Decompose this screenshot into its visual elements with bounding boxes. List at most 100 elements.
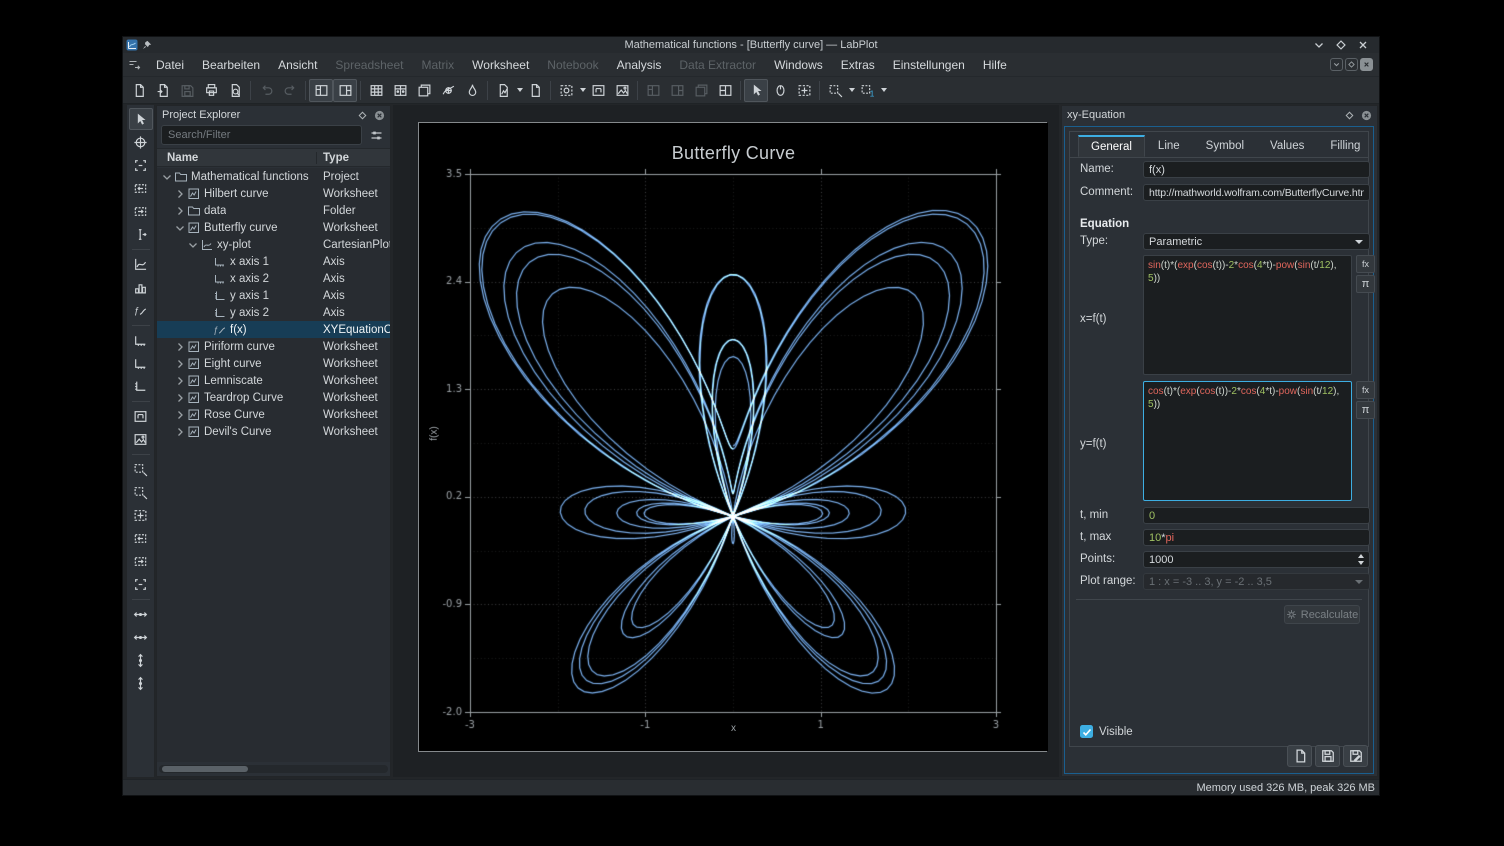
shift-up-y-button[interactable] [129,649,153,671]
spin-up-icon[interactable] [1358,554,1364,558]
new-worksheet-button[interactable] [491,79,515,102]
tree-row-x-axis-1[interactable]: x axis 1Axis [157,253,390,270]
zoom-mode-button[interactable] [554,79,578,102]
menu-einstellungen[interactable]: Einstellungen [884,55,974,75]
shift-right-x-button[interactable] [129,626,153,648]
tree-row-lemniscate[interactable]: LemniscateWorksheet [157,372,390,389]
toggle-project-explorer-button[interactable] [309,79,333,102]
add-image-button[interactable] [129,428,153,450]
load-template-button[interactable] [1287,745,1312,767]
add-horizontal-axis-button[interactable] [129,329,153,351]
magnification-button[interactable] [823,79,847,102]
save-template-as-button[interactable] [1343,745,1368,767]
chevron-right-icon[interactable] [174,409,186,421]
zoom-select-tool-button[interactable] [129,154,153,176]
chevron-down-icon[interactable] [161,171,173,183]
float-dock-icon[interactable] [357,110,368,121]
insert-constant-button[interactable]: π [1356,275,1375,293]
type-combobox[interactable]: Parametric [1143,233,1370,250]
new-live-source-button[interactable] [460,79,484,102]
x-equation-input[interactable]: sin(t)*(exp(cos(t))-2*cos(4*t)-pow(sin(t… [1143,255,1352,375]
close-button[interactable] [1357,39,1369,51]
menu-analysis[interactable]: Analysis [608,55,671,75]
chevron-right-icon[interactable] [174,375,186,387]
chevron-right-icon[interactable] [174,341,186,353]
export-worksheet-button[interactable] [610,79,634,102]
tmin-input[interactable]: 0 [1143,507,1370,524]
tree-row-piriform-curve[interactable]: Piriform curveWorksheet [157,338,390,355]
zoom-y-select-tool-button[interactable] [129,200,153,222]
tree-row-teardrop-curve[interactable]: Teardrop CurveWorksheet [157,389,390,406]
pin-icon[interactable] [142,40,152,50]
chevron-down-icon[interactable] [174,222,186,234]
zoom-x-select-tool-button[interactable] [129,177,153,199]
add-vertical-axis-button[interactable] [129,375,153,397]
menu-ansicht[interactable]: Ansicht [269,55,326,75]
tree-row-x-axis-2[interactable]: x axis 2Axis [157,270,390,287]
add-histogram-button[interactable] [129,276,153,298]
points-spinbox[interactable]: 1000 [1143,551,1370,568]
chevron-right-icon[interactable] [174,392,186,404]
name-input[interactable] [1143,161,1370,178]
print-preview-button[interactable] [223,79,247,102]
navigate-tool-button[interactable] [768,79,792,102]
new-project-button[interactable] [127,79,151,102]
tree-row-y-axis-1[interactable]: y axis 1Axis [157,287,390,304]
tree-row-xy-plot[interactable]: xy-plotCartesianPlot [157,236,390,253]
chevron-right-icon[interactable] [174,426,186,438]
save-template-button[interactable] [1315,745,1340,767]
float-dock-icon[interactable] [1344,110,1355,121]
tab-general[interactable]: General [1078,135,1145,157]
add-text-label-button[interactable] [129,405,153,427]
add-axis-ticks-button[interactable] [129,352,153,374]
zoom-select-tool-button[interactable] [792,79,816,102]
menu-datei[interactable]: Datei [147,55,193,75]
chevron-right-icon[interactable] [174,205,186,217]
shift-left-x-button[interactable] [129,603,153,625]
tree-row-hilbert-curve[interactable]: Hilbert curveWorksheet [157,185,390,202]
cursor-tool-button[interactable] [129,223,153,245]
auto-scale-x-button[interactable] [129,527,153,549]
tree-row-f-x-[interactable]: ƒf(x)XYEquationCurve [157,321,390,338]
close-dock-icon[interactable] [1361,110,1372,121]
new-spreadsheet-button[interactable] [364,79,388,102]
new-matrix-button[interactable] [388,79,412,102]
tree-row-butterfly-curve[interactable]: Butterfly curveWorksheet [157,219,390,236]
tree-row-devil-s-curve[interactable]: Devil's CurveWorksheet [157,423,390,440]
new-folder-button[interactable] [523,79,547,102]
toolbar-overflow-icon[interactable] [128,58,141,71]
zoom-fit-button[interactable] [129,504,153,526]
maximize-button[interactable] [1335,39,1347,51]
print-button[interactable] [199,79,223,102]
mdi-minimize-button[interactable] [1330,58,1343,71]
open-project-button[interactable] [151,79,175,102]
tree-column-headers[interactable]: Name Type [157,148,390,167]
plot-canvas[interactable] [419,123,1048,751]
zoom-in-button[interactable] [129,458,153,480]
auto-scale-button[interactable] [129,573,153,595]
y-equation-input[interactable]: cos(t)*(exp(cos(t))-2*cos(4*t)-pow(sin(t… [1143,381,1352,501]
filter-options-icon[interactable] [366,125,386,145]
mdi-close-button[interactable] [1360,58,1373,71]
horizontal-scrollbar[interactable] [159,765,388,773]
add-plot-button[interactable] [713,79,737,102]
tmax-input[interactable]: 10*pi [1143,529,1370,546]
add-equation-curve-button[interactable]: ƒ [129,299,153,321]
add-xy-curve-button[interactable] [129,253,153,275]
new-datapicker-button[interactable] [436,79,460,102]
zoom-out-button[interactable] [129,481,153,503]
menu-worksheet[interactable]: Worksheet [463,55,538,75]
insert-function-button[interactable]: fx [1356,255,1375,273]
tree-row-mathematical-functions[interactable]: Mathematical functionsProject [157,168,390,185]
select-tool-button[interactable] [129,108,153,130]
chevron-down-icon[interactable] [881,88,887,92]
spin-down-icon[interactable] [1358,561,1364,565]
recalculate-button[interactable]: Recalculate [1284,605,1360,624]
fit-page-button[interactable] [586,79,610,102]
tree-row-data[interactable]: dataFolder [157,202,390,219]
scrollbar-thumb[interactable] [162,766,248,772]
comment-input[interactable] [1143,184,1370,201]
tab-values[interactable]: Values [1257,135,1317,157]
tab-line[interactable]: Line [1145,135,1193,157]
chevron-down-icon[interactable] [187,239,199,251]
